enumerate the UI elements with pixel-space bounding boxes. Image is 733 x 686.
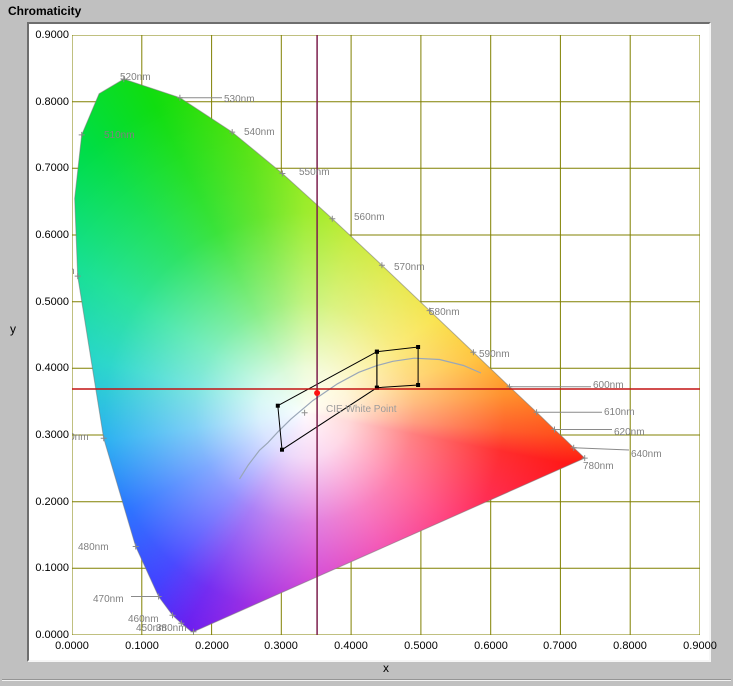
y-tick-label: 0.4000	[29, 362, 69, 374]
wavelength-label-380nm: 380nm	[156, 624, 187, 634]
wavelength-label-580nm: 580nm	[429, 308, 460, 318]
wavelength-label-540nm: 540nm	[244, 128, 275, 138]
wavelength-label-590nm: 590nm	[479, 350, 510, 360]
x-tick-label: 0.0000	[48, 640, 96, 652]
x-tick-label: 0.4000	[327, 640, 375, 652]
y-tick-label: 0.2000	[29, 496, 69, 508]
wavelength-label-780nm: 780nm	[583, 462, 614, 472]
window-title: Chromaticity	[8, 4, 81, 18]
wavelength-labels: 520nm 530nm 510nm 540nm 550nm 560nm 570nm 580nm…	[72, 35, 700, 635]
window-bottom-edge	[2, 679, 731, 681]
wavelength-label-490nm: 490nm	[72, 433, 89, 443]
x-tick-label: 0.1000	[118, 640, 166, 652]
wavelength-label-560nm: 560nm	[354, 213, 385, 223]
wavelength-label-480nm: 480nm	[78, 543, 109, 553]
wavelength-label-550nm: 550nm	[299, 168, 330, 178]
wavelength-label-500nm: 500nm	[72, 267, 75, 277]
y-tick-label: 0.1000	[29, 562, 69, 574]
x-tick-label: 0.2000	[188, 640, 236, 652]
y-tick-label: 0.9000	[29, 29, 69, 41]
wavelength-label-520nm: 520nm	[120, 73, 151, 83]
x-tick-label: 0.5000	[397, 640, 445, 652]
wavelength-label-600nm: 600nm	[593, 381, 624, 391]
y-tick-label: 0.6000	[29, 229, 69, 241]
x-axis-title: x	[371, 661, 401, 675]
wavelength-label-510nm: 510nm	[104, 131, 135, 141]
wavelength-label-640nm: 640nm	[631, 450, 662, 460]
y-tick-label: 0.5000	[29, 296, 69, 308]
y-tick-label: 0.3000	[29, 429, 69, 441]
wavelength-label-530nm: 530nm	[224, 95, 255, 105]
y-axis-title: y	[10, 322, 16, 336]
chart-panel: 520nm 530nm 510nm 540nm 550nm 560nm 570nm 580nm…	[27, 22, 711, 662]
y-tick-label: 0.0000	[29, 629, 69, 641]
x-tick-label: 0.8000	[606, 640, 654, 652]
wavelength-label-470nm: 470nm	[93, 595, 124, 605]
y-tick-label: 0.8000	[29, 96, 69, 108]
x-tick-label: 0.6000	[467, 640, 515, 652]
wavelength-label-610nm: 610nm	[604, 408, 635, 418]
x-tick-label: 0.3000	[257, 640, 305, 652]
x-tick-label: 0.7000	[536, 640, 584, 652]
chromaticity-window: { "window": { "title": "Chromaticity" },…	[0, 0, 733, 686]
wavelength-label-570nm: 570nm	[394, 263, 425, 273]
x-tick-label: 0.9000	[676, 640, 724, 652]
cie-white-point-label: CIE White Point	[326, 405, 397, 415]
y-tick-label: 0.7000	[29, 162, 69, 174]
plot-area[interactable]: 520nm 530nm 510nm 540nm 550nm 560nm 570nm 580nm…	[72, 35, 700, 635]
wavelength-label-620nm: 620nm	[614, 428, 645, 438]
